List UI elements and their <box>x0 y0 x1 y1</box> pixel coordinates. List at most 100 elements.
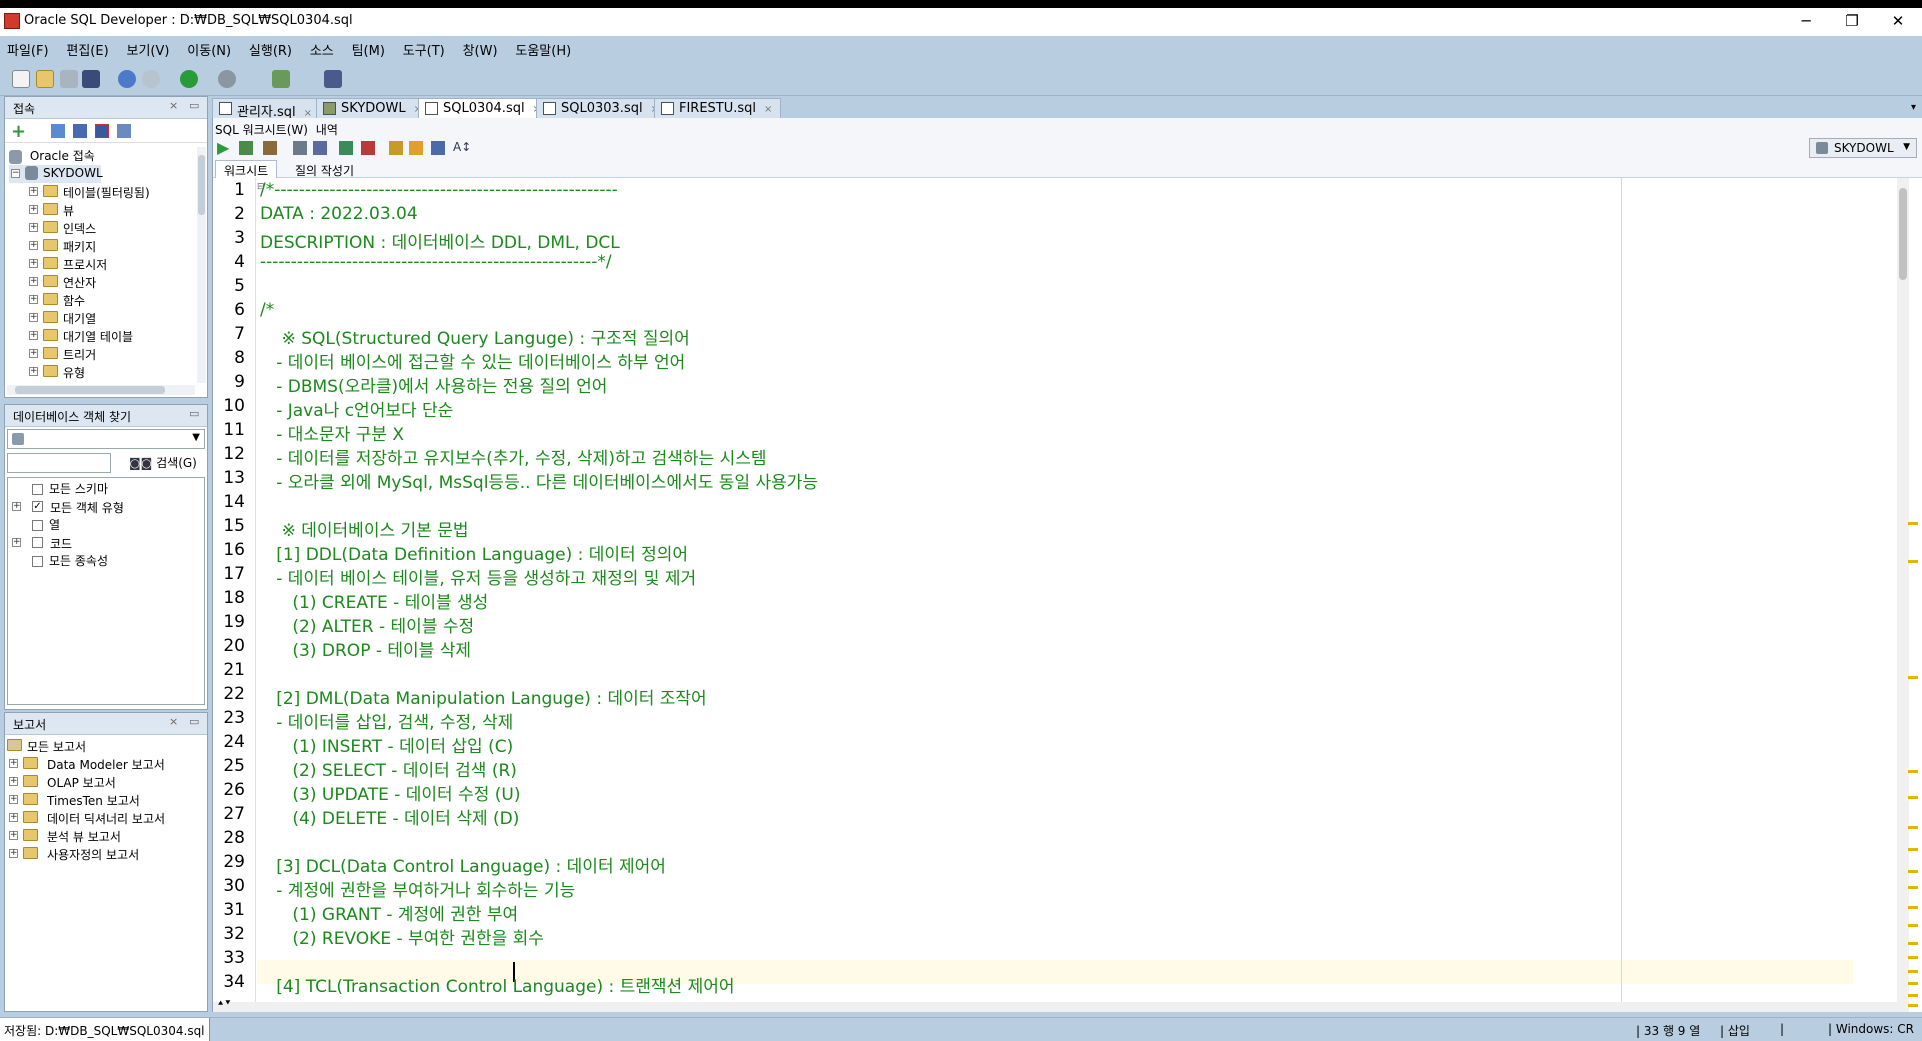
open-folder-icon[interactable] <box>36 70 54 88</box>
tab-close-icon[interactable]: × <box>764 104 772 115</box>
finder-search-input[interactable] <box>7 453 111 473</box>
expand-icon[interactable]: + <box>9 759 18 768</box>
connection-settings-icon[interactable] <box>117 124 131 138</box>
menu-navigate[interactable]: 이동(N) <box>180 36 238 63</box>
minimize-panel-icon[interactable]: ▭ <box>189 99 199 112</box>
ruler-marker[interactable] <box>1908 956 1918 959</box>
chevron-down-icon[interactable]: ▼ <box>192 432 200 443</box>
menu-help[interactable]: 도움말(H) <box>508 36 578 63</box>
undo-icon[interactable] <box>118 70 136 88</box>
save-icon[interactable] <box>60 70 78 88</box>
subtab-history[interactable]: 내역 <box>316 123 338 137</box>
close-panel-icon[interactable]: × <box>169 99 178 112</box>
expand-icon[interactable]: + <box>29 349 38 358</box>
schema-select[interactable]: ▼ <box>7 429 205 449</box>
menu-run[interactable]: 실행(R) <box>242 36 299 63</box>
ruler-marker[interactable] <box>1908 924 1918 927</box>
menu-view[interactable]: 보기(V) <box>119 36 176 63</box>
menu-edit[interactable]: 편집(E) <box>59 36 115 63</box>
expand-icon[interactable]: + <box>29 223 38 232</box>
unshared-sql-icon[interactable] <box>389 141 403 155</box>
tree-horizontal-scrollbar[interactable] <box>7 385 195 395</box>
new-file-icon[interactable] <box>12 70 30 88</box>
minimize-panel-icon[interactable]: ▭ <box>189 407 199 420</box>
expand-icon[interactable]: + <box>12 502 21 511</box>
option-columns[interactable]: 열 <box>32 516 60 534</box>
maximize-button[interactable]: ❐ <box>1829 8 1875 36</box>
run-script-icon[interactable] <box>239 141 253 155</box>
tab-sql0304[interactable]: SQL0304.sql× <box>418 98 550 119</box>
expand-icon[interactable]: + <box>29 313 38 322</box>
format-icon[interactable]: A↕ <box>453 140 471 154</box>
ruler-marker[interactable] <box>1908 1004 1918 1007</box>
minimize-button[interactable]: ─ <box>1783 8 1829 36</box>
checkbox-checked[interactable]: ✓ <box>32 501 43 512</box>
expand-icon[interactable]: + <box>29 205 38 214</box>
menu-source[interactable]: 소스 <box>303 36 341 63</box>
ruler-marker[interactable] <box>1908 826 1918 829</box>
search-button[interactable]: ◙◙ 검색(G) <box>129 454 197 474</box>
expand-icon[interactable]: + <box>29 187 38 196</box>
checkbox[interactable] <box>32 537 43 548</box>
expand-icon[interactable]: + <box>29 331 38 340</box>
refresh-icon[interactable] <box>51 124 65 138</box>
expand-icon[interactable]: + <box>29 241 38 250</box>
back-icon[interactable] <box>180 70 198 88</box>
expand-icon[interactable]: + <box>29 367 38 376</box>
ruler-marker[interactable] <box>1908 848 1918 851</box>
commit-icon[interactable] <box>339 141 353 155</box>
code-editor[interactable]: 1 2 3 4 5 6 7 8 9 10 11 12 13 14 15 16 17 18 19 20 21 22 23 24 2… <box>212 178 1922 1012</box>
expand-icon[interactable]: + <box>9 831 18 840</box>
checkbox[interactable] <box>32 484 43 495</box>
expand-icon[interactable]: + <box>9 795 18 804</box>
editor-horizontal-scrollbar[interactable]: ⯅⯆ <box>213 999 1909 1012</box>
redo-icon[interactable] <box>142 70 160 88</box>
tab-admin-sql[interactable]: 관리자.sql × <box>212 98 322 120</box>
expand-icon[interactable]: + <box>29 277 38 286</box>
scroll-arrows-icon[interactable]: ⯅⯆ <box>217 999 231 1009</box>
explain-plan-icon[interactable] <box>293 141 307 155</box>
ruler-marker[interactable] <box>1908 770 1918 773</box>
close-panel-icon[interactable]: × <box>169 715 178 728</box>
connection-selector[interactable]: SKYDOWL ▼ <box>1809 138 1917 158</box>
rollback-icon[interactable] <box>361 141 375 155</box>
tab-list-icon[interactable]: ▾ <box>1911 102 1916 113</box>
autotrace-icon[interactable] <box>263 141 277 155</box>
tree-vertical-scrollbar[interactable] <box>197 147 206 383</box>
expand-icon[interactable]: + <box>29 295 38 304</box>
tab-sql0303[interactable]: SQL0303.sql× <box>536 98 668 118</box>
checkbox[interactable] <box>32 556 43 567</box>
ruler-marker[interactable] <box>1908 906 1918 909</box>
sql-tuning-icon[interactable] <box>313 141 327 155</box>
minimize-panel-icon[interactable]: ▭ <box>189 715 199 728</box>
expand-icon[interactable]: + <box>9 777 18 786</box>
ruler-marker[interactable] <box>1908 982 1918 985</box>
tab-worksheet[interactable]: 워크시트 <box>215 160 278 178</box>
ruler-marker[interactable] <box>1908 970 1918 973</box>
expand-icon[interactable]: + <box>9 849 18 858</box>
ruler-marker[interactable] <box>1908 994 1918 997</box>
ruler-marker[interactable] <box>1908 796 1918 799</box>
expand-icon[interactable]: + <box>12 538 21 547</box>
binoculars-icon[interactable] <box>324 70 342 88</box>
filter-icon[interactable] <box>73 124 87 138</box>
expand-icon[interactable]: + <box>29 259 38 268</box>
ruler-marker[interactable] <box>1908 560 1918 563</box>
collapse-icon[interactable]: − <box>11 169 20 178</box>
ruler-marker[interactable] <box>1908 676 1918 679</box>
run-statement-icon[interactable]: ▶ <box>217 138 229 157</box>
clear-icon[interactable] <box>409 141 423 155</box>
tree-root-oracle[interactable]: Oracle 접속 <box>9 147 95 165</box>
tab-skydowl[interactable]: SKYDOWL× <box>316 98 431 118</box>
ruler-marker[interactable] <box>1908 870 1918 873</box>
close-button[interactable]: ✕ <box>1875 8 1921 36</box>
subtab-sql-worksheet[interactable]: SQL 워크시트(W) <box>215 123 308 137</box>
save-all-icon[interactable] <box>82 70 100 88</box>
option-all-schemas[interactable]: 모든 스키마 <box>32 480 108 498</box>
db-connection-icon[interactable] <box>272 70 290 88</box>
scrollbar-thumb[interactable] <box>15 386 165 394</box>
ruler-marker[interactable] <box>1908 522 1918 525</box>
forward-icon[interactable] <box>218 70 236 88</box>
editor-vertical-scrollbar[interactable] <box>1897 178 1909 1002</box>
scrollbar-thumb[interactable] <box>198 155 205 215</box>
